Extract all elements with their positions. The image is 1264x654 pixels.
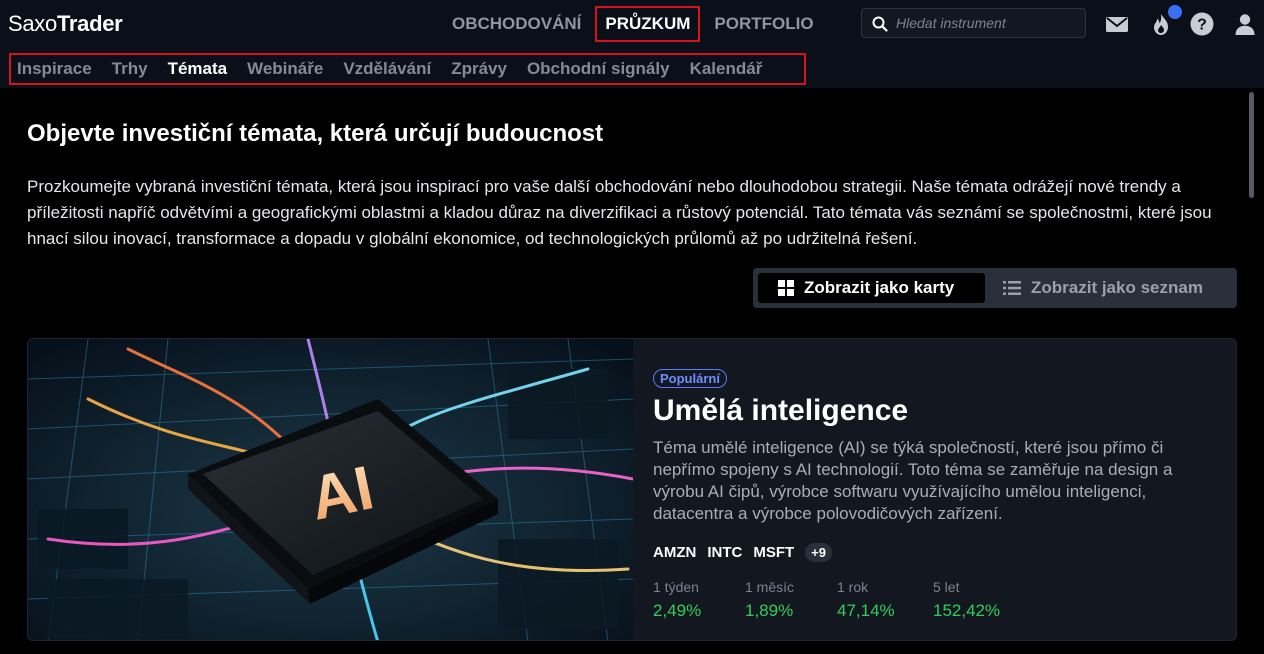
app-logo[interactable]: SaxoTrader [8,11,123,37]
main-nav-pruzkum[interactable]: PRŮZKUM [595,6,701,42]
sub-nav-bar: Inspirace Trhy Témata Webináře Vzděláván… [0,48,1264,88]
ticker-msft[interactable]: MSFT [753,544,794,561]
theme-description: Téma umělé inteligence (AI) se týká spol… [653,438,1173,523]
svg-text:?: ? [1197,17,1207,34]
notification-dot [1168,5,1182,19]
help-icon[interactable]: ? [1189,11,1215,37]
search-box[interactable] [861,8,1086,38]
ai-chip-image: AI [28,339,633,640]
ticker-amzn[interactable]: AMZN [653,544,696,561]
perf-value: 152,42% [933,601,1001,620]
view-as-list-button[interactable]: Zobrazit jako seznam [989,273,1229,303]
sub-nav-webinare[interactable]: Webináře [247,59,323,79]
sub-nav: Inspirace Trhy Témata Webináře Vzděláván… [9,53,806,85]
logo-bold: Trader [56,11,123,36]
sub-nav-zpravy[interactable]: Zprávy [451,59,507,79]
perf-label: 5 let [933,579,960,595]
perf-value: 2,49% [653,601,702,620]
top-bar: SaxoTrader OBCHODOVÁNÍ PRŮZKUM PORTFOLIO… [0,0,1264,48]
more-tickers-badge[interactable]: +9 [805,543,832,562]
scrollbar-thumb[interactable] [1249,92,1254,198]
perf-label: 1 rok [837,579,869,595]
sub-nav-temata[interactable]: Témata [168,59,228,79]
main-nav-obchodovani[interactable]: OBCHODOVÁNÍ [444,6,589,42]
search-icon [872,16,888,32]
page-title: Objevte investiční témata, která určují … [27,120,604,147]
list-icon [1003,281,1021,295]
popular-badge: Populární [653,369,727,388]
view-toggle: Zobrazit jako karty Zobrazit jako seznam [753,268,1237,308]
theme-card[interactable]: AI Populární Umělá inteligence Téma uměl… [27,338,1237,641]
sub-nav-inspirace[interactable]: Inspirace [17,59,92,79]
view-as-cards-label: Zobrazit jako karty [804,278,955,297]
theme-title[interactable]: Umělá inteligence [653,394,908,428]
sub-nav-vzdelavani[interactable]: Vzdělávání [343,59,431,79]
perf-label: 1 měsíc [745,579,795,595]
sub-nav-obchodni-signaly[interactable]: Obchodní signály [527,59,670,79]
search-input[interactable] [896,13,1076,33]
ticker-intc[interactable]: INTC [707,544,742,561]
mail-icon[interactable] [1104,11,1130,37]
user-icon[interactable] [1232,11,1258,37]
sub-nav-kalendar[interactable]: Kalendář [690,59,763,79]
perf-value: 47,14% [837,601,895,620]
perf-label: 1 týden [653,579,699,595]
perf-5-years: 5 let 152,42% [933,579,1000,621]
main-nav: OBCHODOVÁNÍ PRŮZKUM PORTFOLIO [444,6,822,42]
perf-1-week: 1 týden 2,49% [653,579,701,621]
perf-1-year: 1 rok 47,14% [837,579,895,621]
view-as-list-label: Zobrazit jako seznam [1031,278,1203,297]
grid-icon [778,280,794,296]
perf-1-month: 1 měsíc 1,89% [745,579,794,621]
perf-value: 1,89% [745,601,794,620]
main-nav-portfolio[interactable]: PORTFOLIO [706,6,821,42]
sub-nav-trhy[interactable]: Trhy [112,59,148,79]
ticker-list: AMZN INTC MSFT +9 [653,543,832,562]
page-intro: Prozkoumejte vybraná investiční témata, … [27,177,1212,248]
logo-light: Saxo [8,11,57,36]
view-as-cards-button[interactable]: Zobrazit jako karty [758,273,985,303]
